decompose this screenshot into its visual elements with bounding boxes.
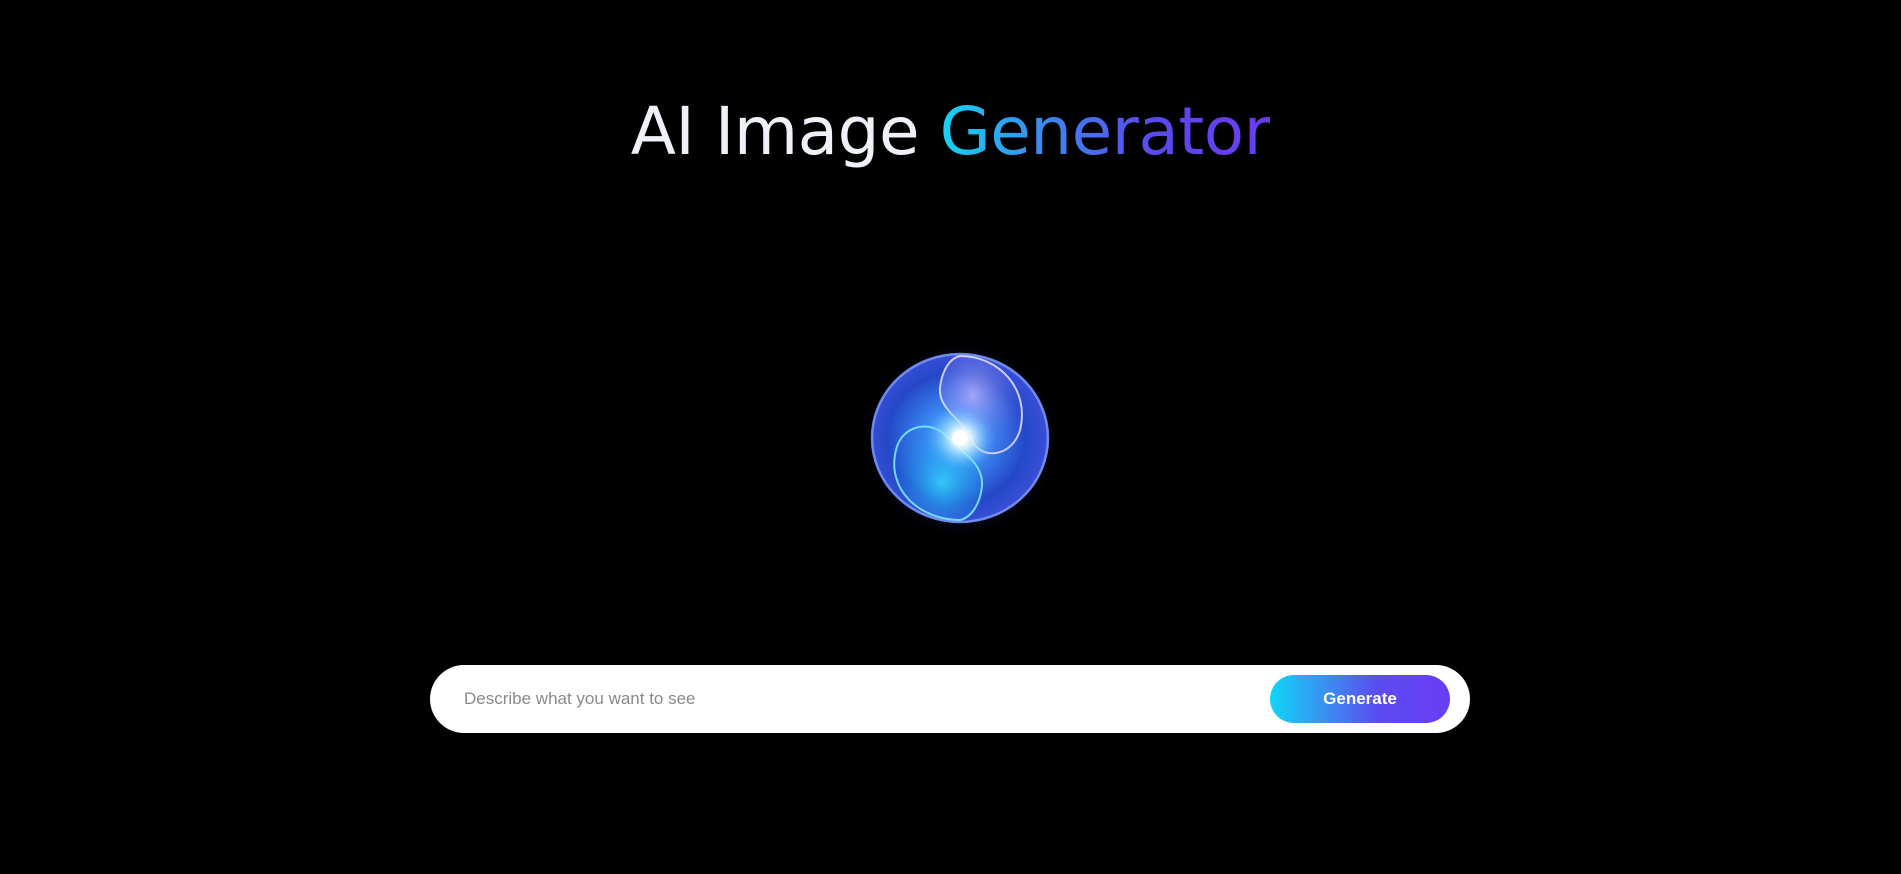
glowing-orb-icon	[860, 340, 1060, 540]
generate-button[interactable]: Generate	[1270, 675, 1450, 723]
prompt-input[interactable]	[464, 677, 1284, 721]
page-title-accent: Generator	[939, 93, 1271, 170]
page-title-plain: AI Image	[630, 93, 940, 170]
prompt-bar: Generate	[430, 665, 1470, 733]
page-title: AI Image Generator	[0, 92, 1901, 172]
